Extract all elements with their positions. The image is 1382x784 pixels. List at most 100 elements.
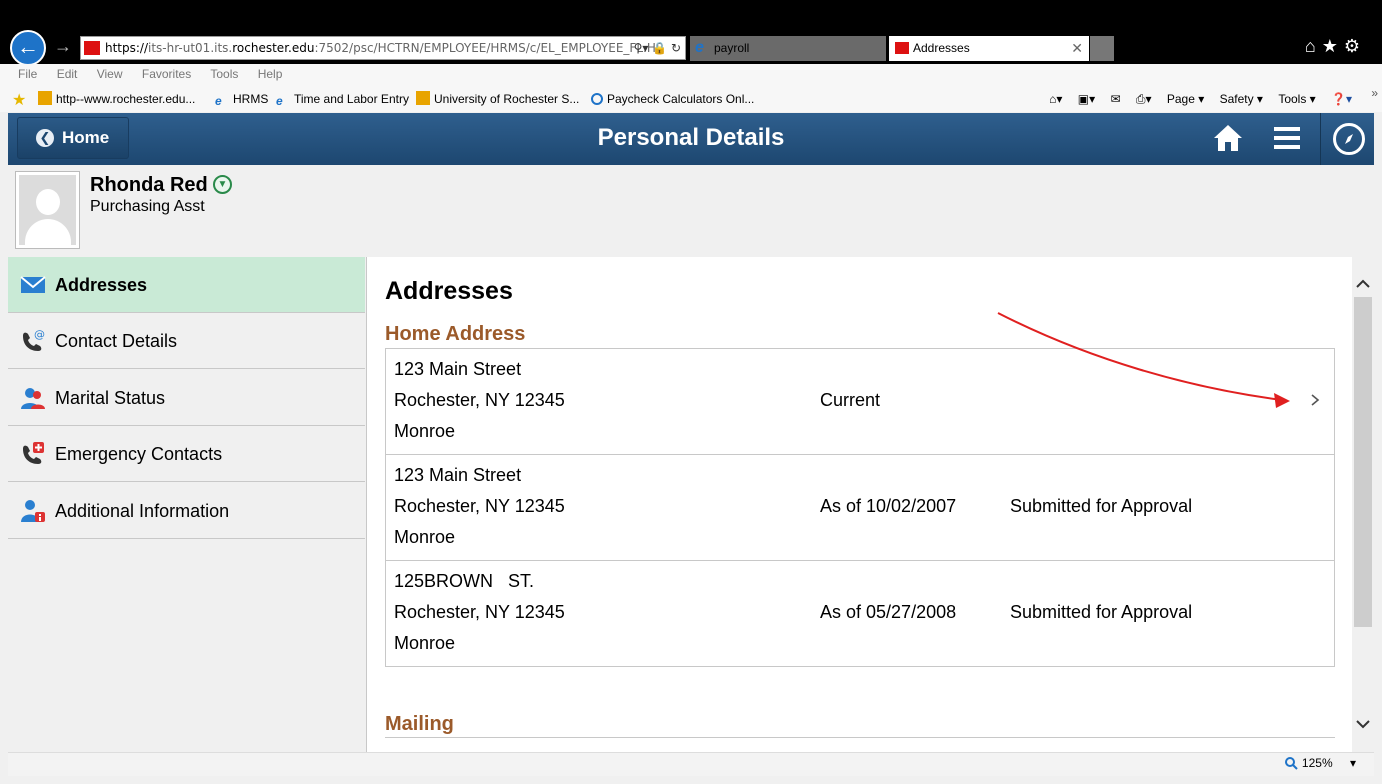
home-back-button[interactable]: ❮ Home — [17, 117, 129, 159]
help-icon[interactable]: ❓▾ — [1331, 92, 1352, 106]
compass-icon — [1333, 123, 1365, 155]
nav-item-additional-information[interactable]: Additional Information — [8, 483, 365, 539]
feeds-icon[interactable]: ▣▾ — [1078, 92, 1095, 106]
more-chevron-icon[interactable]: » — [1371, 80, 1378, 106]
scroll-up-icon[interactable] — [1354, 275, 1372, 293]
window-right-edge — [1374, 64, 1382, 784]
menu-file[interactable]: File — [18, 67, 37, 81]
page-menu[interactable]: Page ▾ — [1167, 92, 1204, 106]
chevron-left-icon: ❮ — [36, 129, 54, 147]
mail-icon[interactable]: ✉ — [1110, 92, 1120, 106]
employee-name: Rhonda Red — [90, 174, 208, 196]
scroll-thumb[interactable] — [1354, 297, 1372, 627]
name-dropdown-icon[interactable]: ▼ — [213, 175, 232, 194]
mailing-heading: Mailing — [385, 713, 454, 735]
home-icon[interactable] — [1212, 123, 1244, 153]
home-address-heading: Home Address — [385, 323, 526, 345]
ie-icon: e — [695, 39, 704, 56]
zoom-level: 125% — [1301, 756, 1333, 770]
peoplesoft-favicon-icon — [895, 42, 909, 54]
address-row[interactable]: 125BROWN ST. Rochester, NY 12345 Monroe … — [386, 561, 1334, 667]
url-prefix: https:// — [105, 41, 149, 55]
mailing-divider — [385, 737, 1335, 738]
address-tools[interactable]: ⚲▾ 🔒 ↻ — [634, 37, 681, 59]
home-browser-icon[interactable]: ⌂ — [1305, 36, 1322, 56]
fav-university[interactable]: University of Rochester S... — [416, 86, 579, 112]
fav-rochester[interactable]: http--www.rochester.edu... — [38, 86, 195, 112]
fav-hrms[interactable]: e HRMS — [215, 86, 268, 112]
address-county: Monroe — [394, 421, 456, 441]
nav-item-addresses[interactable]: Addresses — [8, 257, 365, 313]
browser-menubar: File Edit View Favorites Tools Help — [0, 64, 1382, 86]
nav-label: Addresses — [55, 275, 148, 295]
envelope-icon — [20, 276, 46, 293]
safety-menu[interactable]: Safety ▾ — [1220, 92, 1263, 106]
menu-tools[interactable]: Tools — [210, 67, 238, 81]
browser-back-button[interactable]: ← — [10, 30, 46, 66]
settings-gear-icon[interactable]: ⚙ — [1344, 36, 1366, 56]
url-host-pre: its-hr-ut01.its. — [148, 41, 233, 55]
address-line1: 125BROWN ST. — [394, 571, 535, 591]
address-status: Submitted for Approval — [1010, 496, 1193, 516]
menu-favorites[interactable]: Favorites — [142, 67, 191, 81]
zoom-icon — [1284, 757, 1298, 770]
window-top-edge — [0, 0, 1382, 10]
chevron-right-icon[interactable] — [1308, 387, 1322, 413]
add-favorite-icon[interactable]: ★ — [12, 86, 30, 112]
nav-label: Marital Status — [55, 388, 166, 408]
main-content: Addresses Home Address 123 Main Street R… — [366, 257, 1352, 752]
navbar-button[interactable] — [1320, 113, 1374, 165]
fav-time-labor[interactable]: e Time and Labor Entry — [276, 86, 409, 112]
phone-at-icon: @ — [23, 328, 45, 351]
favorites-star-icon[interactable]: ★ — [1322, 36, 1344, 56]
favorites-bar: ★ http--www.rochester.edu... e HRMS e Time… — [0, 86, 1382, 112]
zoom-control[interactable]: 125% ▾ — [1284, 756, 1356, 770]
tab-addresses[interactable]: Addresses ✕ — [889, 36, 1089, 61]
address-city-state: Rochester, NY 12345 — [394, 496, 565, 516]
browser-status-bar: 125% ▾ — [8, 752, 1374, 776]
menu-help[interactable]: Help — [258, 67, 283, 81]
address-effective: As of 10/02/2007 — [820, 496, 957, 516]
home-address-list: 123 Main Street Rochester, NY 12345 Monr… — [385, 348, 1335, 667]
browser-right-icons: ⌂★⚙ — [1305, 36, 1366, 57]
command-bar: ⌂▾ ▣▾ ✉ ⎙▾ Page ▾ Safety ▾ Tools ▾ ❓▾ — [1037, 86, 1352, 112]
hamburger-menu-icon[interactable] — [1274, 127, 1300, 149]
nav-item-emergency-contacts[interactable]: Emergency Contacts — [8, 426, 365, 482]
zoom-dropdown-icon[interactable]: ▾ — [1350, 756, 1356, 770]
url-path: :7502/psc/HCTRN/EMPLOYEE/HRMS/c/EL_EMPLO… — [314, 41, 665, 55]
addresses-heading: Addresses — [385, 277, 513, 305]
person-info-icon — [21, 500, 45, 522]
address-row[interactable]: 123 Main Street Rochester, NY 12345 Monr… — [386, 349, 1334, 455]
print-icon[interactable]: ⎙▾ — [1136, 92, 1152, 106]
scroll-down-icon[interactable] — [1354, 715, 1372, 733]
address-bar[interactable]: https://its-hr-ut01.its.rochester.edu:75… — [80, 36, 686, 60]
address-county: Monroe — [394, 633, 456, 653]
address-county: Monroe — [394, 527, 456, 547]
browser-forward-button[interactable]: → — [54, 36, 72, 57]
address-row[interactable]: 123 Main Street Rochester, NY 12345 Monr… — [386, 455, 1334, 561]
fav-paycheck[interactable]: Paycheck Calculators Onl... — [591, 86, 754, 112]
tab-payroll[interactable]: e payroll — [690, 36, 886, 61]
url-host: rochester.edu — [232, 41, 315, 55]
home-button-label: Home — [62, 128, 110, 147]
new-tab-button[interactable] — [1090, 36, 1114, 61]
menu-edit[interactable]: Edit — [57, 67, 78, 81]
window-left-edge — [0, 112, 8, 784]
nav-item-contact-details[interactable]: @ Contact Details — [8, 313, 365, 369]
tab-label: payroll — [714, 41, 750, 55]
emergency-phone-icon — [23, 442, 44, 464]
home-cmd-icon[interactable]: ⌂▾ — [1049, 92, 1062, 106]
nav-item-marital-status[interactable]: Marital Status — [8, 370, 365, 426]
people-icon — [21, 388, 45, 409]
tools-menu[interactable]: Tools ▾ — [1278, 92, 1315, 106]
menu-view[interactable]: View — [97, 67, 123, 81]
nav-label: Additional Information — [55, 501, 230, 521]
site-favicon-icon — [84, 41, 100, 55]
vertical-scrollbar[interactable] — [1352, 257, 1374, 752]
employee-job-title: Purchasing Asst — [90, 198, 205, 215]
nav-label: Contact Details — [55, 331, 178, 351]
page-header: Personal Details ❮ Home — [8, 113, 1374, 165]
address-effective: Current — [820, 390, 881, 410]
tab-close-icon[interactable]: ✕ — [1071, 36, 1083, 61]
tab-label: Addresses — [913, 41, 970, 55]
